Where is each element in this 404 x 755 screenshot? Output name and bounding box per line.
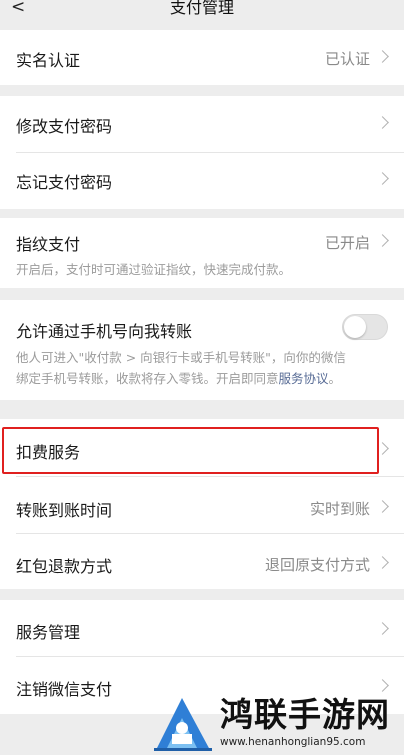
arrival-time-row[interactable]: 转账到账时间 实时到账: [0, 477, 404, 533]
chevron-right-icon: [376, 50, 389, 63]
phone-transfer-row: 允许通过手机号向我转账: [0, 300, 404, 350]
cancel-wechat-pay-label: 注销微信支付: [16, 680, 113, 699]
redpacket-refund-row[interactable]: 红包退款方式 退回原支付方式: [0, 534, 404, 590]
watermark-logo-icon: [154, 698, 212, 751]
nav-bar: < 支付管理: [0, 0, 404, 16]
chevron-right-icon: [376, 116, 389, 129]
arrival-time-label: 转账到账时间: [16, 501, 113, 520]
chevron-right-icon: [376, 172, 389, 185]
chevron-right-icon: [376, 622, 389, 635]
service-agreement-link[interactable]: 服务协议: [279, 371, 329, 386]
fingerprint-description: 开启后，支付时可通过验证指纹，快速完成付款。: [16, 262, 292, 277]
watermark-title: 鸿联手游网: [220, 695, 390, 734]
watermark-url: www.henanhonglian95.com: [220, 736, 366, 748]
phone-transfer-label: 允许通过手机号向我转账: [16, 322, 193, 341]
chevron-right-icon: [376, 234, 389, 247]
page-title: 支付管理: [169, 0, 234, 16]
redpacket-refund-value: 退回原支付方式: [264, 556, 370, 574]
phone-transfer-toggle[interactable]: [342, 314, 388, 340]
phone-transfer-description: 他人可进入"收付款 > 向银行卡或手机号转账"，向你的微信 绑定手机号转账，收款…: [16, 347, 390, 389]
verify-status: 已认证: [324, 50, 370, 68]
fingerprint-status: 已开启: [324, 234, 370, 252]
password-group: 修改支付密码 忘记支付密码: [0, 96, 404, 209]
fingerprint-group: 指纹支付 已开启 开启后，支付时可通过验证指纹，快速完成付款。: [0, 218, 404, 288]
phone-transfer-desc-line2: 绑定手机号转账，收款将存入零钱。开启即同意服务协议。: [16, 371, 342, 386]
forgot-password-row[interactable]: 忘记支付密码: [0, 152, 404, 209]
phone-transfer-group: 允许通过手机号向我转账 他人可进入"收付款 > 向银行卡或手机号转账"，向你的微…: [0, 300, 404, 400]
service-manage-row[interactable]: 服务管理: [0, 600, 404, 656]
arrival-time-value: 实时到账: [309, 500, 370, 518]
change-password-row[interactable]: 修改支付密码: [0, 96, 404, 152]
verify-row[interactable]: 实名认证 已认证: [0, 30, 404, 85]
highlight-box: [2, 427, 379, 474]
forgot-password-label: 忘记支付密码: [16, 173, 113, 192]
chevron-right-icon: [376, 500, 389, 513]
change-password-label: 修改支付密码: [16, 117, 113, 136]
verify-label: 实名认证: [16, 51, 81, 70]
site-watermark: 鸿联手游网 www.henanhonglian95.com: [150, 688, 404, 755]
toggle-knob: [344, 316, 366, 338]
chevron-right-icon: [376, 556, 389, 569]
fingerprint-label: 指纹支付: [16, 235, 81, 254]
fingerprint-row[interactable]: 指纹支付 已开启: [0, 218, 404, 264]
verify-group: 实名认证 已认证: [0, 30, 404, 85]
phone-transfer-desc-line1: 他人可进入"收付款 > 向银行卡或手机号转账"，向你的微信: [16, 350, 346, 365]
redpacket-refund-label: 红包退款方式: [16, 557, 113, 576]
service-manage-label: 服务管理: [16, 623, 81, 642]
